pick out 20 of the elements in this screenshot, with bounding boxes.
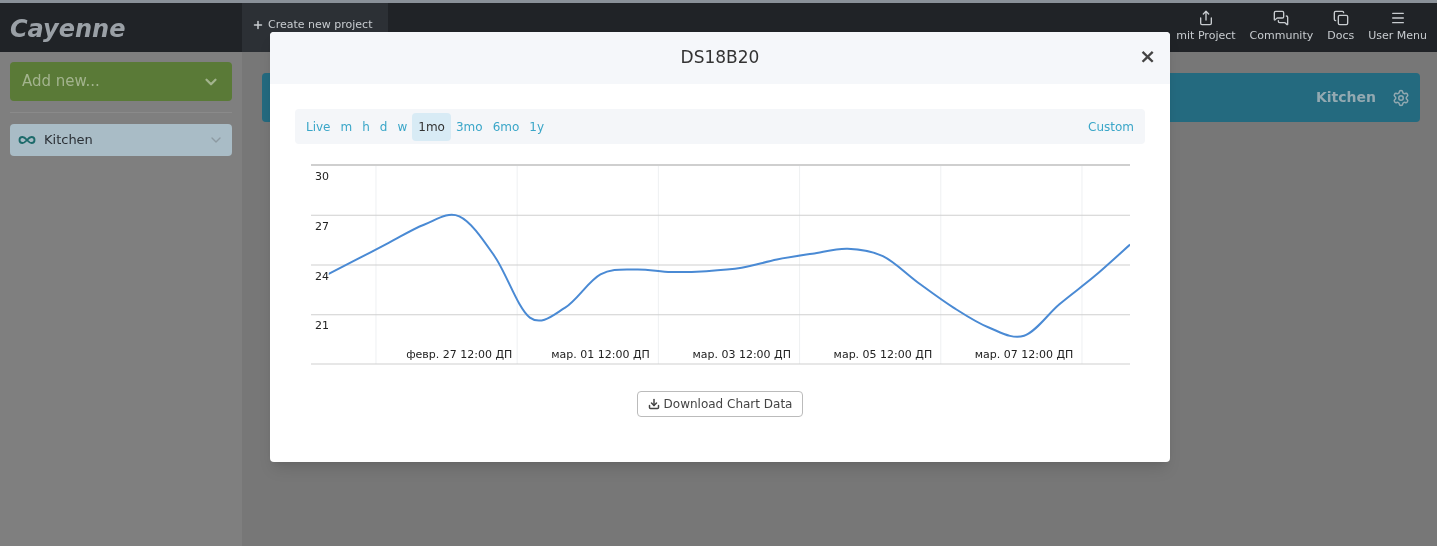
project-title: Kitchen xyxy=(1315,88,1376,107)
x-axis-label: мар. 03 12:00 ДП xyxy=(691,348,791,361)
y-axis-label: 30 xyxy=(314,170,329,183)
logo[interactable]: Cayenne xyxy=(10,15,126,43)
range-tab[interactable]: 1mo xyxy=(412,112,451,141)
y-axis-label: 21 xyxy=(314,319,329,333)
dialog-title: DS18B20 xyxy=(680,46,760,70)
nav-item[interactable]: Community xyxy=(1247,10,1316,45)
sidebar-item[interactable]: Kitchen xyxy=(10,124,232,156)
nav-item[interactable]: User Menu xyxy=(1366,10,1429,45)
x-axis-label: мар. 01 12:00 ДП xyxy=(550,348,650,361)
download-chart-button[interactable]: Download Chart Data xyxy=(636,391,804,417)
y-axis-label: 27 xyxy=(314,219,329,233)
x-axis-label: мар. 05 12:00 ДП xyxy=(833,348,932,361)
nav-item[interactable]: Docs xyxy=(1325,10,1357,45)
nav-item[interactable]: mit Project xyxy=(1174,10,1238,45)
x-axis-label: февр. 27 12:00 ДП xyxy=(405,348,512,361)
close-button[interactable]: × xyxy=(1139,46,1156,66)
x-axis-label: мар. 07 12:00 ДП xyxy=(974,348,1073,361)
sidebar-item-label: Kitchen xyxy=(44,131,94,150)
